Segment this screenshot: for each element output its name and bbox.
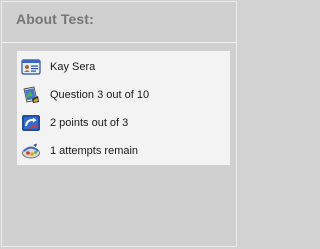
- question-progress: Question 3 out of 10: [50, 89, 150, 101]
- info-row-user: Kay Sera: [21, 57, 95, 77]
- about-test-panel: About Test: Kay Sera Question 3 out of 1…: [1, 1, 237, 247]
- info-row-attempts: 1 attempts remain: [21, 141, 138, 161]
- info-row-score: 2 points out of 3: [21, 113, 128, 133]
- user-name: Kay Sera: [50, 61, 96, 73]
- attempts-remaining: 1 attempts remain: [50, 145, 139, 157]
- question-sheet-icon: [21, 85, 41, 105]
- id-card-icon: [21, 57, 41, 77]
- score-text: 2 points out of 3: [50, 117, 129, 129]
- panel-title: About Test:: [16, 11, 94, 27]
- score-arrow-icon: [21, 113, 41, 133]
- title-divider: [2, 42, 236, 43]
- attempts-icon: [21, 141, 41, 161]
- test-info-box: Kay Sera Question 3 out of 10 2 points o…: [17, 51, 230, 165]
- info-row-question: Question 3 out of 10: [21, 85, 149, 105]
